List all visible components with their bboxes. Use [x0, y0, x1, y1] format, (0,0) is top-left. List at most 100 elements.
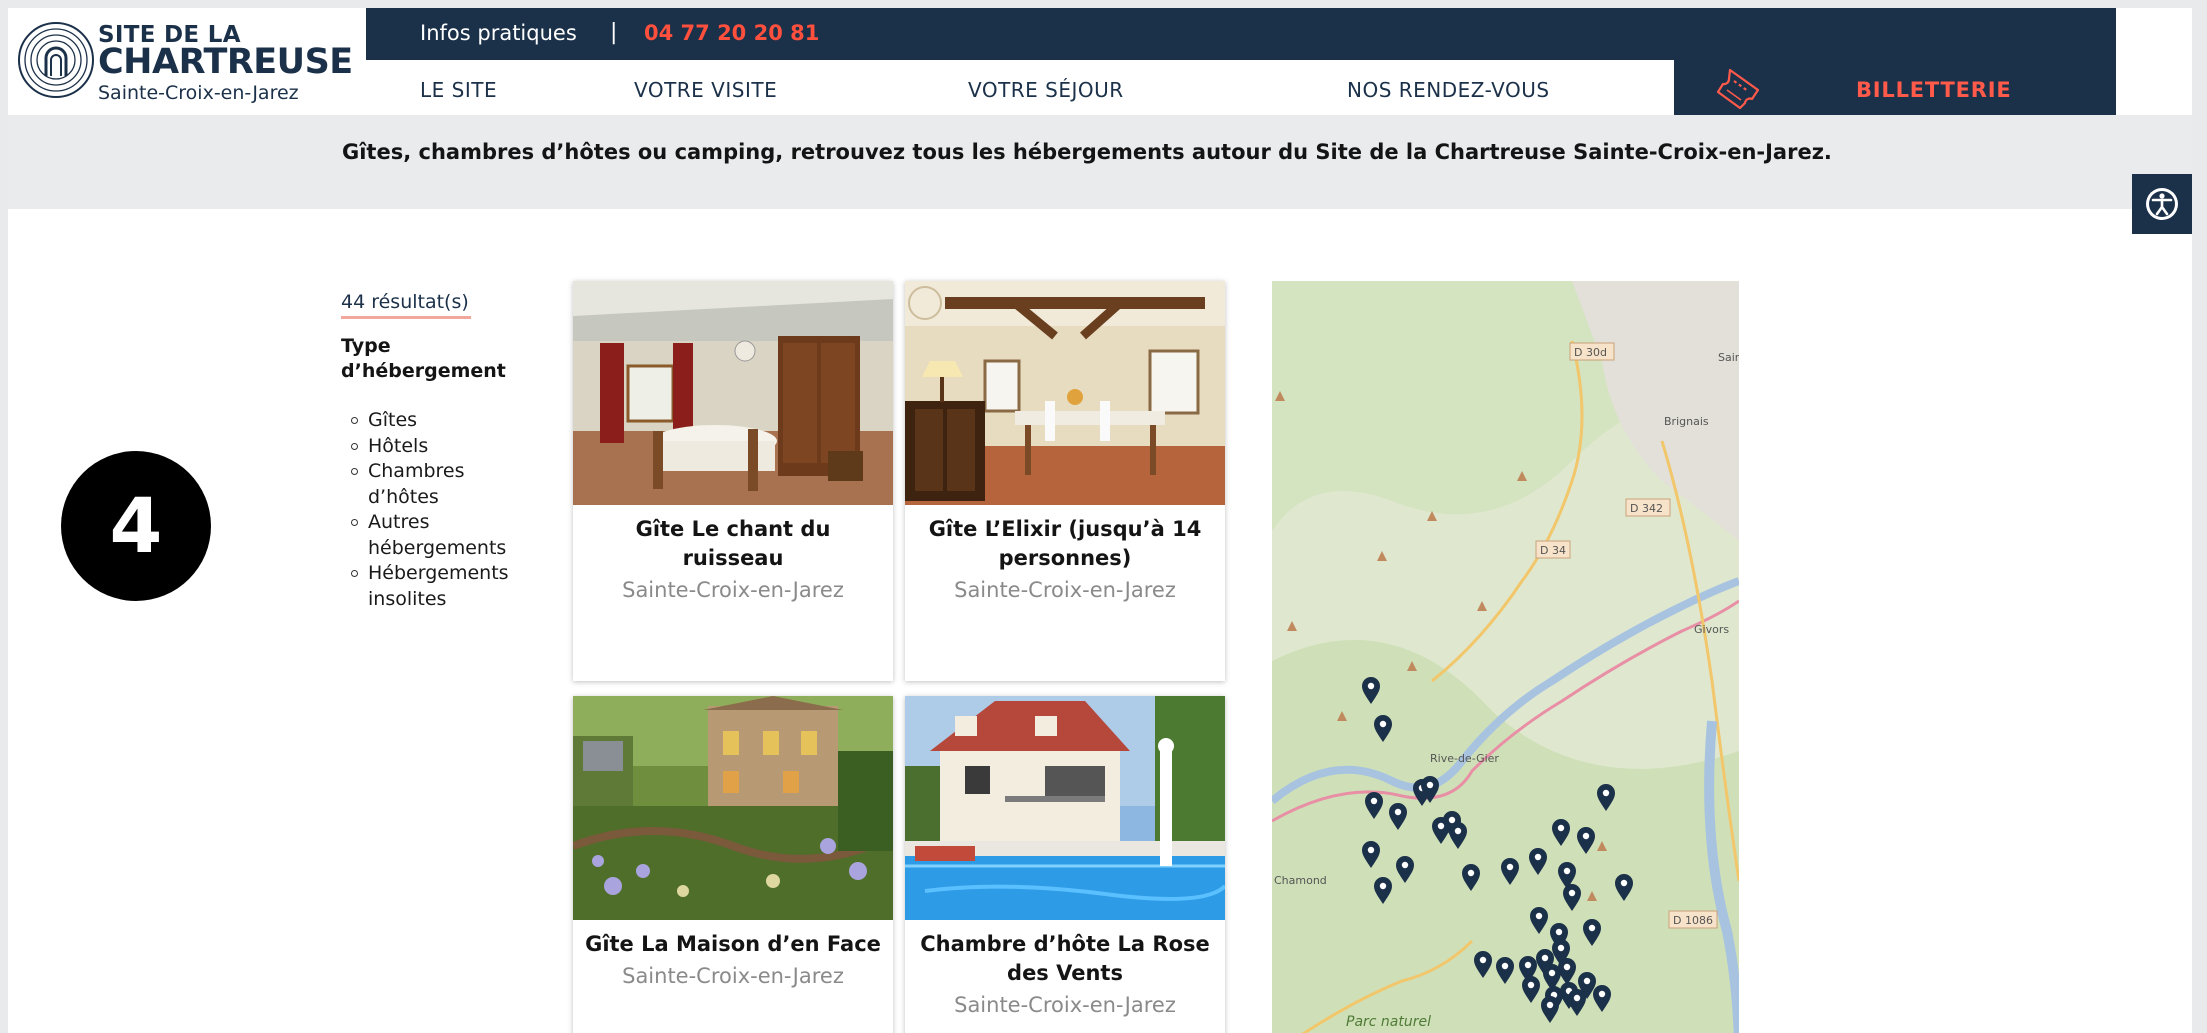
- map-label: Parc naturel: [1346, 1014, 1431, 1030]
- filter-option-label: Hébergements insolites: [368, 562, 509, 610]
- map-pin-dot: [1524, 961, 1532, 969]
- card-city: Sainte-Croix-en-Jarez: [622, 578, 844, 602]
- phone-number-link[interactable]: 04 77 20 20 81: [644, 21, 819, 45]
- step-number-badge: 4: [61, 451, 211, 601]
- filter-option-label: Hôtels: [368, 434, 429, 457]
- map-pin-dot: [1541, 954, 1549, 962]
- results-count: 44 résultat(s): [341, 291, 469, 313]
- map-pin-dot: [1598, 990, 1606, 998]
- topbar-separator: |: [610, 20, 618, 45]
- map-label: Givors: [1694, 623, 1729, 636]
- map-pin-dot: [1401, 861, 1409, 869]
- map-pin-dot: [1555, 928, 1563, 936]
- filter-option-label: Autres hébergements: [368, 511, 507, 559]
- radio-icon: [351, 442, 358, 450]
- accommodation-card[interactable]: Gîte La Maison d’en Face Sainte-Croix-en…: [573, 696, 893, 1033]
- map-pin-dot: [1582, 832, 1590, 840]
- nav-item-votre-visite[interactable]: VOTRE VISITE: [634, 78, 777, 102]
- map-pin-dot: [1557, 824, 1565, 832]
- map-pin-dot: [1506, 863, 1514, 871]
- map-pin-dot: [1557, 944, 1565, 952]
- card-city: Sainte-Croix-en-Jarez: [622, 964, 844, 988]
- logo-text-line2: CHARTREUSE: [98, 42, 353, 82]
- accommodation-map[interactable]: D 30d Brignais D 342 D 34 Givors Rive-de…: [1272, 281, 1739, 1033]
- card-title: Gîte L’Elixir (jusqu’à 14 personnes): [928, 517, 1202, 570]
- map-pin-dot: [1563, 963, 1571, 971]
- filter-list: Gîtes Hôtels Chambres d’hôtes Autres héb…: [348, 408, 548, 612]
- map-pin-dot: [1426, 781, 1434, 789]
- map-pin-dot: [1454, 827, 1462, 835]
- map-pin-dot: [1527, 981, 1535, 989]
- map-pin-dot: [1602, 789, 1610, 797]
- nav-item-le-site[interactable]: LE SITE: [420, 78, 497, 102]
- accessibility-icon: [2146, 188, 2178, 220]
- map-pin-dot: [1583, 977, 1591, 985]
- nav-item-nos-rendez-vous[interactable]: NOS RENDEZ-VOUS: [1347, 78, 1550, 102]
- map-label: D 1086: [1673, 914, 1713, 927]
- filter-option-autres[interactable]: Autres hébergements: [348, 510, 518, 561]
- filter-option-gites[interactable]: Gîtes: [348, 408, 548, 434]
- results-underline: [341, 316, 471, 319]
- main-nav: LE SITE VOTRE VISITE VOTRE SÉJOUR NOS RE…: [366, 60, 1682, 115]
- infos-pratiques-link[interactable]: Infos pratiques: [420, 21, 577, 45]
- map-pin-dot: [1588, 924, 1596, 932]
- map-pin-dot: [1546, 1001, 1554, 1009]
- filter-option-chambres[interactable]: Chambres d’hôtes: [348, 459, 478, 510]
- map-label: D 30d: [1574, 346, 1607, 359]
- map-pin-dot: [1548, 969, 1556, 977]
- map-pin-dot: [1467, 869, 1475, 877]
- accommodation-card[interactable]: Chambre d’hôte La Rose des Vents Sainte-…: [905, 696, 1225, 1033]
- ticketing-label: BILLETTERIE: [1856, 78, 2012, 102]
- filter-option-insolites[interactable]: Hébergements insolites: [348, 561, 518, 612]
- card-city: Sainte-Croix-en-Jarez: [954, 578, 1176, 602]
- map-label: D 342: [1630, 502, 1663, 515]
- radio-icon: [351, 417, 358, 424]
- map-pin-dot: [1448, 816, 1456, 824]
- map-pin-dot: [1394, 808, 1402, 816]
- map-pin-dot: [1479, 956, 1487, 964]
- map-pin-dot: [1437, 822, 1445, 830]
- intro-text: Gîtes, chambres d’hôtes ou camping, retr…: [342, 140, 1832, 164]
- map-pin-dot: [1620, 879, 1628, 887]
- card-photo: [573, 281, 893, 505]
- radio-icon: [351, 519, 358, 526]
- radio-icon: [351, 468, 358, 475]
- map-label: D 34: [1540, 544, 1566, 557]
- ticket-icon: [1716, 68, 1760, 110]
- nav-item-votre-sejour[interactable]: VOTRE SÉJOUR: [968, 78, 1124, 102]
- map-pin-dot: [1501, 962, 1509, 970]
- map-pin-dot: [1370, 797, 1378, 805]
- card-title: Gîte Le chant du ruisseau: [635, 517, 831, 570]
- filter-option-label: Gîtes: [368, 409, 418, 431]
- accommodation-card[interactable]: Gîte Le chant du ruisseau Sainte-Croix-e…: [573, 281, 893, 681]
- map-pin-dot: [1379, 882, 1387, 890]
- map-pin-dot: [1367, 682, 1375, 690]
- filter-option-label: Chambres d’hôtes: [368, 460, 465, 508]
- top-info-bar: Infos pratiques | 04 77 20 20 81: [366, 8, 2116, 60]
- map-pin-dot: [1534, 853, 1542, 861]
- site-logo[interactable]: SITE DE LA CHARTREUSE Sainte-Croix-en-Ja…: [8, 8, 366, 115]
- map-pin-dot: [1563, 867, 1571, 875]
- accommodation-card[interactable]: Gîte L’Elixir (jusqu’à 14 personnes) Sai…: [905, 281, 1225, 681]
- map-label: Chamond: [1274, 874, 1327, 887]
- filter-option-hotels[interactable]: Hôtels: [348, 434, 548, 460]
- card-city: Sainte-Croix-en-Jarez: [954, 993, 1176, 1017]
- card-photo: [905, 696, 1225, 920]
- map-pin-dot: [1573, 994, 1581, 1002]
- card-title: Chambre d’hôte La Rose des Vents: [920, 932, 1210, 985]
- radio-icon: [351, 570, 358, 577]
- map-pin-dot: [1367, 846, 1375, 854]
- card-title: Gîte La Maison d’en Face: [585, 932, 881, 956]
- logo-emblem-icon: [18, 22, 94, 98]
- ticketing-button[interactable]: BILLETTERIE: [1674, 60, 2116, 115]
- map-pin-dot: [1535, 912, 1543, 920]
- accessibility-button[interactable]: [2132, 174, 2192, 234]
- map-label: Rive-de-Gier: [1430, 752, 1499, 765]
- intro-band: Gîtes, chambres d’hôtes ou camping, retr…: [8, 115, 2192, 209]
- map-canvas: D 30d Brignais D 342 D 34 Givors Rive-de…: [1272, 281, 1739, 1033]
- filter-title: Type d’hébergement: [341, 335, 506, 382]
- page: SITE DE LA CHARTREUSE Sainte-Croix-en-Ja…: [8, 8, 2192, 1033]
- card-photo: [573, 696, 893, 920]
- map-label: Sair: [1718, 351, 1739, 364]
- logo-text-line3: Sainte-Croix-en-Jarez: [98, 82, 299, 104]
